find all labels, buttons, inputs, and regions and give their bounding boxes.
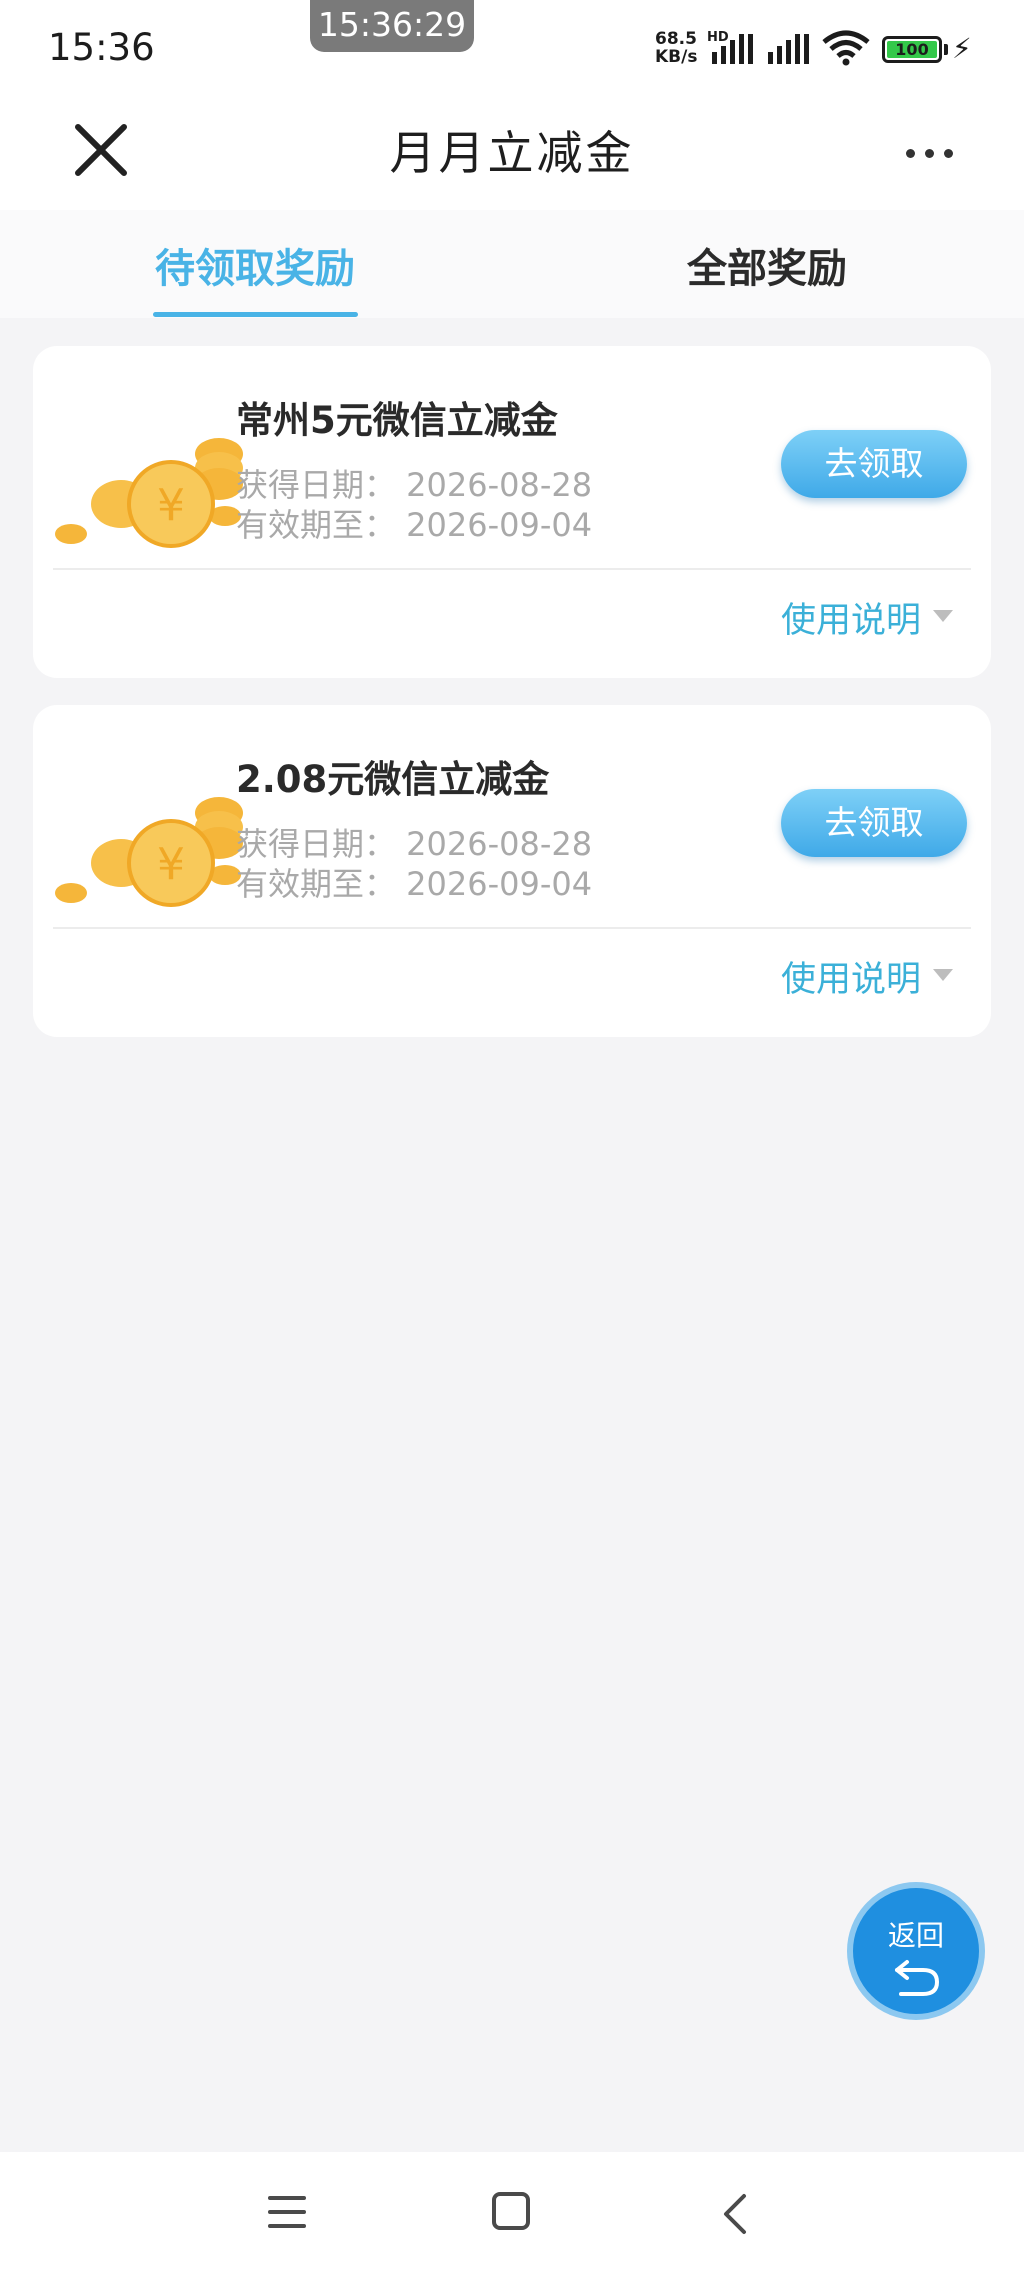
return-icon: [895, 1960, 940, 1996]
more-icon[interactable]: [902, 125, 958, 181]
wifi-icon: [822, 30, 870, 66]
tab-all-rewards[interactable]: 全部奖励: [687, 236, 847, 294]
title-bar: 月月立减金: [0, 95, 1024, 210]
usage-instructions-link[interactable]: 使用说明: [781, 951, 921, 1002]
claim-button[interactable]: 去领取: [781, 789, 967, 857]
coins-icon: ¥: [55, 797, 243, 907]
coins-icon: ¥: [55, 438, 243, 548]
system-nav-bar: [0, 2152, 1024, 2276]
claim-button[interactable]: 去领取: [781, 430, 967, 498]
network-speed-value: 68.5: [655, 29, 697, 49]
status-bar: 15:36 15:36:29 68.5 KB/s HD 100 ⚡: [0, 0, 1024, 95]
usage-instructions-link[interactable]: 使用说明: [781, 592, 921, 643]
divider: [53, 927, 971, 929]
cellular-signal-icon: [712, 32, 756, 64]
page-title: 月月立减金: [389, 126, 635, 180]
caret-down-icon[interactable]: [933, 969, 953, 981]
tab-pending-rewards[interactable]: 待领取奖励: [155, 236, 355, 294]
valid-until-date: 有效期至： 2026-09-04: [236, 865, 593, 903]
home-icon[interactable]: [492, 2192, 530, 2230]
tab-bar: 待领取奖励 全部奖励: [0, 210, 1024, 318]
reward-title: 常州5元微信立减金: [236, 399, 558, 442]
cellular-signal-2-icon: [768, 32, 812, 64]
battery-icon: 100: [882, 36, 942, 63]
network-speed-unit: KB/s: [655, 47, 698, 67]
return-label: 返回: [887, 1919, 944, 1952]
divider: [53, 568, 971, 570]
battery-nub: [944, 44, 948, 55]
caret-down-icon[interactable]: [933, 610, 953, 622]
network-speed: 68.5 KB/s: [655, 30, 697, 66]
svg-text:¥: ¥: [157, 839, 185, 890]
back-icon[interactable]: [720, 2192, 750, 2236]
return-button[interactable]: 返回: [847, 1882, 985, 2020]
reward-card: ¥ 2.08元微信立减金 获得日期： 2026-08-28 有效期至： 2026…: [33, 705, 991, 1037]
menu-icon[interactable]: [268, 2194, 308, 2230]
battery-level: 100: [887, 41, 937, 58]
charging-icon: ⚡: [952, 32, 972, 65]
active-tab-indicator: [153, 312, 358, 317]
valid-until-date: 有效期至： 2026-09-04: [236, 506, 593, 544]
status-time: 15:36: [48, 26, 155, 69]
recording-timer: 15:36:29: [310, 0, 474, 52]
svg-text:¥: ¥: [157, 480, 185, 531]
reward-title: 2.08元微信立减金: [236, 758, 550, 801]
reward-card: ¥ 常州5元微信立减金 获得日期： 2026-08-28 有效期至： 2026-…: [33, 346, 991, 678]
